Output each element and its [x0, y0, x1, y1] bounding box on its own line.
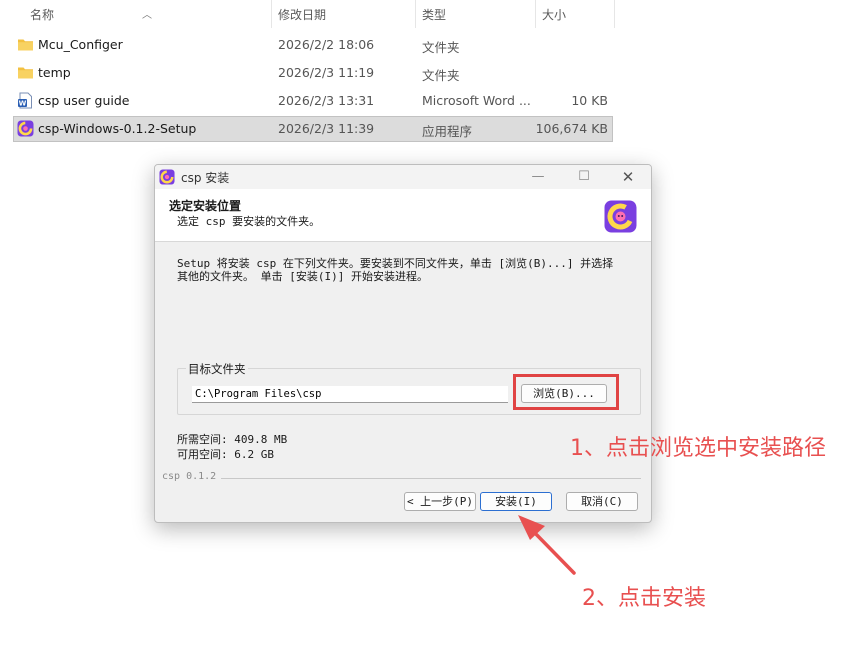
annotation-arrow-icon — [518, 515, 576, 575]
